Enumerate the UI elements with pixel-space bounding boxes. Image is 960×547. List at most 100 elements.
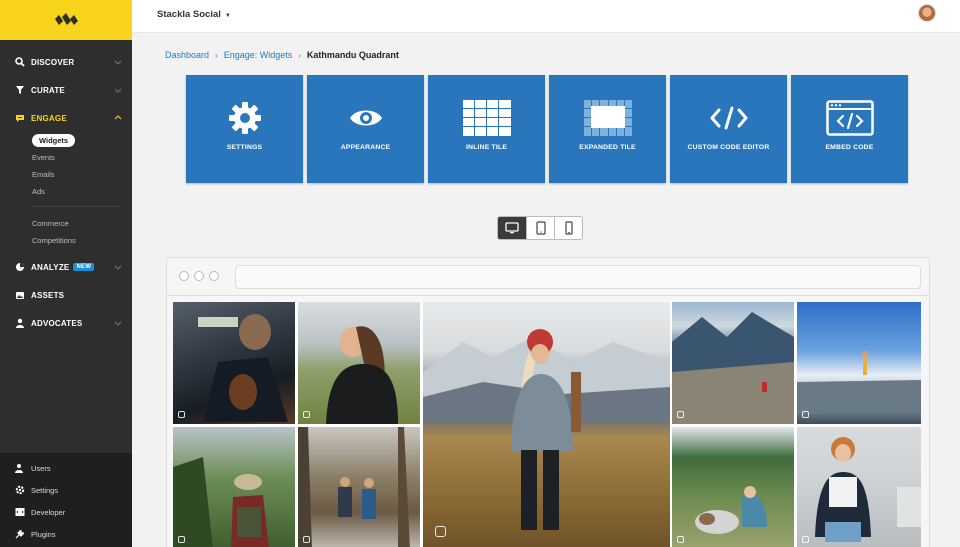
ugc-photo-tile[interactable]	[298, 427, 420, 547]
sub-item-emails[interactable]: Emails	[0, 166, 132, 183]
ugc-photo-tile[interactable]	[173, 302, 295, 424]
instagram-icon	[178, 411, 185, 418]
sub-item-events[interactable]: Events	[0, 149, 132, 166]
breadcrumb-dashboard[interactable]: Dashboard	[165, 50, 209, 60]
tablet-icon	[535, 221, 546, 235]
breadcrumb-separator: ›	[215, 50, 218, 60]
pie-chart-icon	[15, 262, 25, 272]
ugc-photo-tile-featured[interactable]	[423, 302, 670, 547]
filter-icon	[15, 85, 25, 95]
photo-content	[672, 312, 794, 424]
ugc-photo-tile[interactable]	[672, 302, 794, 424]
sub-item-commerce[interactable]: Commerce	[0, 215, 132, 232]
sidebar-item-label: Users	[31, 463, 51, 473]
photo-content	[815, 437, 921, 542]
chat-icon	[15, 113, 25, 123]
tile-label: EXPANDED TILE	[579, 144, 636, 151]
workspace-name: Stackla Social	[157, 9, 221, 20]
photo-content	[423, 329, 670, 530]
instagram-icon	[435, 526, 446, 537]
chevron-up-icon	[114, 115, 122, 120]
search-icon	[15, 57, 25, 67]
sub-item-label: Widgets	[32, 134, 76, 147]
instagram-icon	[303, 411, 310, 418]
photo-content	[198, 314, 288, 422]
photo-content	[326, 326, 398, 424]
device-desktop-button[interactable]	[498, 217, 526, 239]
ugc-photo-tile[interactable]	[672, 427, 794, 547]
device-mobile-button[interactable]	[554, 217, 582, 239]
chevron-down-icon	[114, 321, 122, 326]
ugc-photo-tile[interactable]	[298, 302, 420, 424]
sidebar-item-users[interactable]: Users	[0, 457, 132, 479]
window-dot	[194, 271, 204, 281]
device-tablet-button[interactable]	[526, 217, 554, 239]
tile-label: APPEARANCE	[340, 144, 391, 151]
widget-photo-grid	[173, 302, 921, 547]
expanded-tile-icon	[583, 99, 632, 137]
users-icon	[15, 463, 25, 473]
nav-assets[interactable]: ASSETS	[0, 281, 132, 309]
nav-label: ASSETS	[31, 290, 65, 300]
ugc-photo-tile[interactable]	[797, 427, 921, 547]
divider	[167, 295, 929, 296]
workspace-selector[interactable]: Stackla Social ▼	[157, 9, 231, 20]
nav-label: ANALYZE	[31, 262, 70, 272]
window-dot	[179, 271, 189, 281]
sub-item-label: Emails	[32, 170, 55, 179]
instagram-icon	[178, 536, 185, 543]
caret-down-icon: ▼	[224, 13, 231, 19]
sub-item-ads[interactable]: Ads	[0, 183, 132, 200]
tile-embed-code[interactable]: EMBED CODE	[791, 75, 908, 183]
code-icon	[705, 99, 753, 137]
photo-content	[298, 427, 410, 547]
chevron-down-icon	[114, 265, 122, 270]
sidebar: DISCOVER CURATE ENGAGE Widgets Events Em…	[0, 0, 132, 547]
new-badge: NEW	[73, 263, 95, 271]
nav-engage[interactable]: ENGAGE	[0, 104, 132, 132]
address-bar	[235, 265, 921, 289]
instagram-icon	[802, 536, 809, 543]
sidebar-item-settings[interactable]: Settings	[0, 479, 132, 501]
breadcrumb-separator: ›	[298, 50, 301, 60]
nav-advocates[interactable]: ADVOCATES	[0, 309, 132, 337]
grid-icon	[462, 99, 511, 137]
instagram-icon	[677, 411, 684, 418]
tile-expanded-tile[interactable]: EXPANDED TILE	[549, 75, 666, 183]
ugc-photo-tile[interactable]	[797, 302, 921, 424]
tile-appearance[interactable]: APPEARANCE	[307, 75, 424, 183]
tile-label: INLINE TILE	[465, 144, 508, 151]
sub-item-label: Ads	[32, 187, 45, 196]
nav-label: ENGAGE	[31, 113, 67, 123]
breadcrumb-engage-widgets[interactable]: Engage: Widgets	[224, 50, 293, 60]
tile-inline-tile[interactable]: INLINE TILE	[428, 75, 545, 183]
avatar[interactable]	[918, 4, 936, 22]
nav-analyze[interactable]: ANALYZE NEW	[0, 253, 132, 281]
tile-settings[interactable]: SETTINGS	[186, 75, 303, 183]
nav-label: DISCOVER	[31, 57, 75, 67]
divider	[32, 206, 120, 207]
plug-icon	[15, 529, 25, 539]
sub-item-label: Events	[32, 153, 55, 162]
sidebar-item-developer[interactable]: Developer	[0, 501, 132, 523]
nav-discover[interactable]: DISCOVER	[0, 48, 132, 76]
sidebar-bottom: Users Settings Developer Plugins	[0, 453, 132, 547]
eye-icon	[342, 99, 390, 137]
sub-item-competitions[interactable]: Competitions	[0, 232, 132, 249]
sidebar-item-plugins[interactable]: Plugins	[0, 523, 132, 545]
photo-content	[695, 486, 767, 534]
sub-item-label: Commerce	[32, 219, 69, 228]
sub-item-label: Competitions	[32, 236, 76, 245]
stackla-logo[interactable]	[0, 0, 132, 40]
photo-content	[797, 351, 921, 414]
device-preview-toggle	[497, 216, 583, 240]
breadcrumb: Dashboard › Engage: Widgets › Kathmandu …	[165, 50, 399, 60]
tile-custom-code-editor[interactable]: CUSTOM CODE EDITOR	[670, 75, 787, 183]
sidebar-item-label: Plugins	[31, 529, 56, 539]
sidebar-item-label: Developer	[31, 507, 66, 517]
ugc-photo-tile[interactable]	[173, 427, 295, 547]
nav-curate[interactable]: CURATE	[0, 76, 132, 104]
sub-item-widgets[interactable]: Widgets	[0, 132, 132, 149]
gear-icon	[15, 485, 25, 495]
embed-code-icon	[825, 99, 874, 137]
